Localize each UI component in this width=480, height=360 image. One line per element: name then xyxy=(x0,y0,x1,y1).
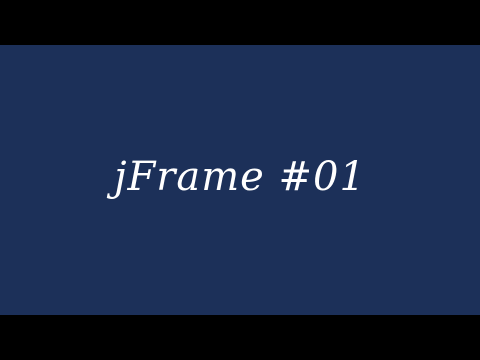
slide-title: jFrame #01 xyxy=(114,154,366,200)
letterbox-bottom xyxy=(0,315,480,360)
title-slide: jFrame #01 xyxy=(0,45,480,315)
letterbox-top xyxy=(0,0,480,45)
